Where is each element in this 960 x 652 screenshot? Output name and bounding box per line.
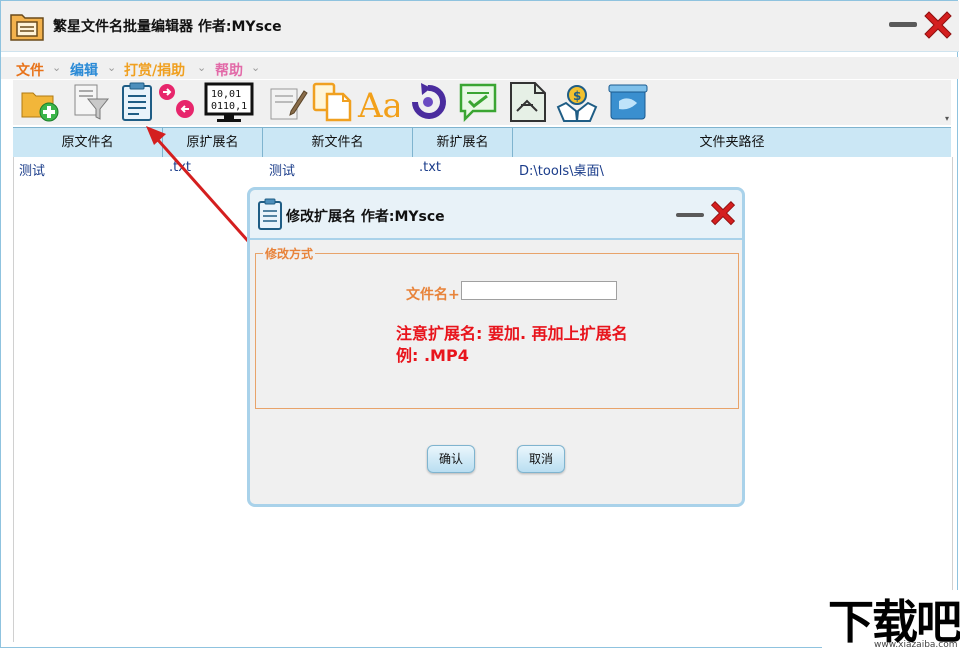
swap-icon[interactable]	[156, 81, 198, 123]
chevron-down-icon: ⌄	[107, 61, 117, 74]
add-folder-icon[interactable]	[19, 81, 61, 123]
toolbar: 10,01 0110,1 Aa $ ▾	[13, 80, 951, 125]
column-original-name[interactable]: 原文件名	[13, 128, 163, 157]
filename-plus-label: 文件名+	[406, 287, 460, 303]
svg-text:$: $	[573, 89, 581, 103]
cancel-button[interactable]: 取消	[517, 445, 565, 473]
close-icon[interactable]	[921, 9, 955, 43]
chevron-down-icon: ⌄	[52, 61, 62, 74]
watermark-url: www.xiazaiba.com	[874, 640, 958, 650]
menu-file[interactable]: 文件	[16, 60, 44, 80]
rename-icon[interactable]	[267, 81, 309, 123]
confirm-button[interactable]: 确认	[427, 445, 475, 473]
copy-paste-icon[interactable]	[311, 81, 353, 123]
filter-icon[interactable]	[70, 81, 112, 123]
modify-mode-group: 修改方式 文件名+ 注意扩展名: 要加. 再加上扩展名 例: .MP4	[255, 245, 739, 409]
clean-icon[interactable]	[607, 81, 649, 123]
cell-folder-path: D:\tools\桌面\	[519, 164, 604, 179]
note-line-2: 例: .MP4	[396, 346, 469, 365]
cell-new-name: 测试	[269, 164, 296, 179]
watermark-logo: 下载吧 www.xiazaiba.com	[822, 590, 960, 650]
window-title: 繁星文件名批量编辑器 作者:MYsce	[53, 19, 282, 35]
column-new-name[interactable]: 新文件名	[263, 128, 413, 157]
column-new-ext[interactable]: 新扩展名	[413, 128, 513, 157]
minimize-icon[interactable]	[887, 13, 919, 35]
edit-extension-icon[interactable]	[117, 81, 159, 123]
cell-original-name: 测试	[19, 164, 46, 179]
undo-icon[interactable]	[407, 81, 449, 123]
close-icon[interactable]	[708, 199, 738, 229]
change-extension-dialog: 修改扩展名 作者:MYsce 修改方式 文件名+ 注意扩展名: 要加. 再加上扩…	[247, 187, 745, 507]
column-original-ext[interactable]: 原扩展名	[163, 128, 263, 157]
file-compare-icon[interactable]	[507, 81, 549, 123]
numbering-icon[interactable]: 10,01 0110,1	[204, 81, 254, 123]
file-table-header: 原文件名 原扩展名 新文件名 新扩展名 文件夹路径	[13, 127, 951, 158]
title-bar: 繁星文件名批量编辑器 作者:MYsce	[1, 1, 959, 52]
dialog-title-bar: 修改扩展名 作者:MYsce	[250, 190, 742, 240]
svg-text:Aa: Aa	[357, 86, 399, 123]
extension-note: 注意扩展名: 要加. 再加上扩展名 例: .MP4	[396, 323, 628, 367]
menu-donate[interactable]: 打赏/捐助	[124, 60, 185, 80]
column-folder-path[interactable]: 文件夹路径	[513, 128, 951, 157]
app-folder-icon	[10, 14, 44, 41]
menu-bar: 文件 ⌄ 编辑 ⌄ 打赏/捐助 ⌄ 帮助 ⌄	[1, 57, 959, 79]
group-label: 修改方式	[263, 245, 316, 262]
donate-icon[interactable]: $	[556, 81, 598, 123]
chevron-down-icon: ⌄	[197, 61, 207, 74]
table-row[interactable]: 测试 .txt 测试 .txt D:\tools\桌面\	[14, 157, 952, 179]
svg-text:0110,1: 0110,1	[211, 101, 247, 112]
note-line-1: 注意扩展名: 要加. 再加上扩展名	[396, 324, 628, 343]
checklist-icon[interactable]	[457, 81, 499, 123]
dialog-title: 修改扩展名 作者:MYsce	[286, 209, 445, 225]
chevron-down-icon: ⌄	[251, 61, 261, 74]
clipboard-icon	[258, 198, 282, 230]
menu-edit[interactable]: 编辑	[70, 60, 98, 80]
font-case-icon[interactable]: Aa	[357, 81, 399, 123]
toolbar-overflow-icon[interactable]: ▾	[945, 114, 949, 123]
svg-text:10,01: 10,01	[211, 89, 241, 100]
extension-input[interactable]	[461, 281, 617, 300]
cell-new-ext: .txt	[419, 160, 442, 175]
menu-help[interactable]: 帮助	[215, 60, 243, 80]
cell-original-ext: .txt	[169, 160, 192, 175]
minimize-icon[interactable]	[675, 204, 705, 226]
